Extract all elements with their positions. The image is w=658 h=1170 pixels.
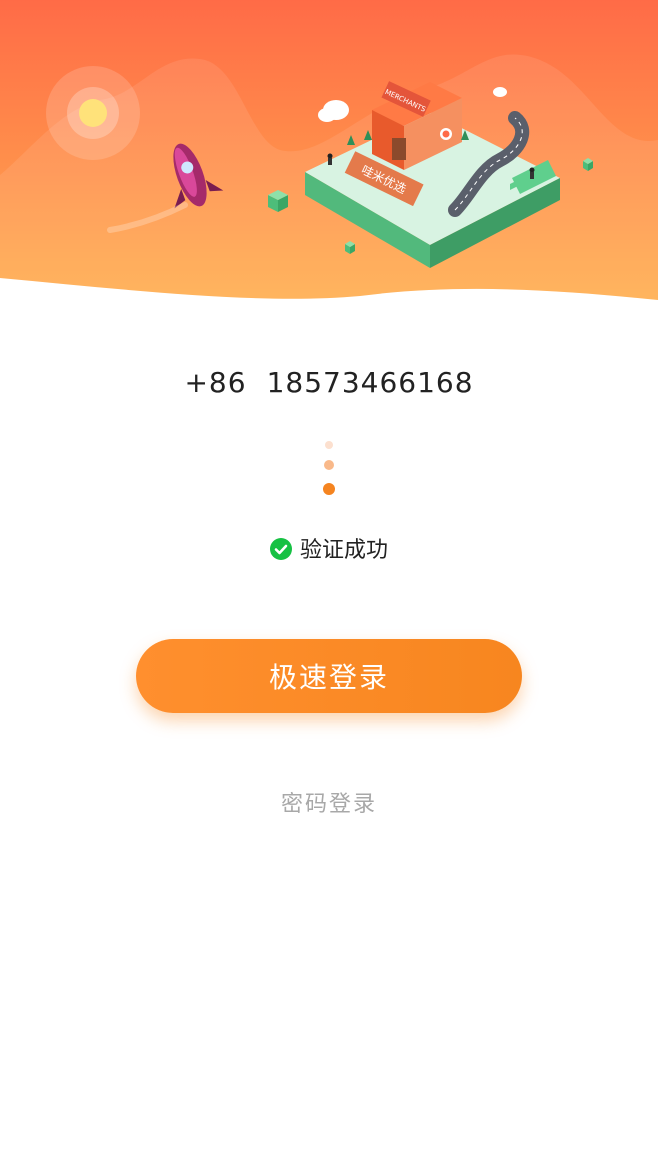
- phone-digits: 18573466168: [266, 366, 474, 399]
- header-illustration: MERCHANTS 哇米优选: [0, 0, 658, 300]
- verification-status: 验证成功: [0, 536, 658, 566]
- progress-dot: [324, 460, 334, 470]
- progress-dot: [325, 441, 333, 449]
- progress-dot-active: [323, 483, 335, 495]
- password-login-link[interactable]: 密码登录: [0, 786, 658, 818]
- header-banner: MERCHANTS 哇米优选: [0, 0, 658, 320]
- quick-login-button[interactable]: 极速登录: [136, 639, 522, 713]
- check-circle-icon: [269, 538, 292, 560]
- verification-text: 验证成功: [299, 538, 388, 563]
- sun-icon: [46, 66, 140, 160]
- progress-dots: [0, 438, 658, 498]
- phone-number: +86 18573466168: [0, 366, 658, 399]
- country-code: +86: [184, 366, 247, 399]
